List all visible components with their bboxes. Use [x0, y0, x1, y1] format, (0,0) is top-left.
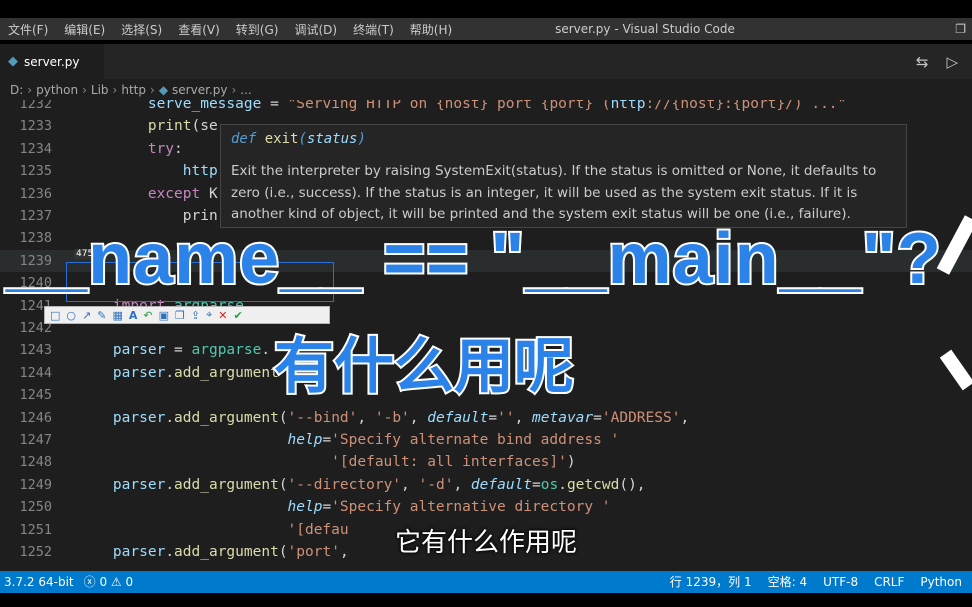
breadcrumb-drive[interactable]: D:: [10, 83, 23, 97]
code-line[interactable]: 1248 '[default: all interfaces]'): [0, 451, 972, 473]
error-count: 0: [99, 575, 108, 589]
code-line[interactable]: 1246 parser.add_argument('--bind', '-b',…: [0, 407, 972, 429]
function-param: status: [306, 131, 358, 147]
line-number: 1236: [19, 185, 52, 202]
window-title: server.py - Visual Studio Code: [555, 22, 735, 36]
python-interpreter[interactable]: 3.7.2 64-bit: [4, 571, 74, 593]
chevron-right-icon: ›: [112, 83, 118, 97]
line-number: 1234: [19, 140, 52, 157]
video-caption: 它有什么作用呢: [394, 528, 577, 558]
cursor-position[interactable]: 行 1239，列 1: [670, 571, 752, 593]
tab-server-py[interactable]: ◆ server.py: [0, 44, 104, 79]
cancel-icon[interactable]: ✕: [218, 309, 227, 322]
editor-actions: ⇆ ▷: [916, 44, 958, 79]
chevron-right-icon: ›: [27, 83, 33, 97]
line-number: 1247: [19, 432, 52, 448]
line-number: 1232: [19, 100, 52, 112]
pin-icon[interactable]: ⌖: [206, 308, 212, 322]
pen-icon[interactable]: ✎: [97, 309, 106, 322]
compare-changes-icon[interactable]: ⇆: [916, 53, 929, 71]
save-icon[interactable]: ▣: [159, 309, 169, 322]
bottom-strip: [0, 593, 972, 607]
warning-count: 0: [125, 575, 134, 589]
confirm-icon[interactable]: ✔: [234, 309, 243, 322]
code-text: help='Specify alternate bind address ': [287, 432, 620, 448]
code-line[interactable]: 1249 parser.add_argument('--directory', …: [0, 474, 972, 496]
run-icon[interactable]: ▷: [946, 53, 958, 71]
code-text: parser.add_argument('--bind', '-b', defa…: [112, 409, 690, 426]
warning-icon: ⚠: [110, 575, 122, 589]
line-number: 1244: [19, 364, 52, 381]
code-text: except K: [147, 185, 218, 202]
chevron-right-icon: ›: [231, 83, 237, 97]
language-mode[interactable]: Python: [920, 571, 962, 593]
line-number: 1249: [19, 476, 52, 493]
encoding[interactable]: UTF-8: [823, 571, 858, 593]
code-line[interactable]: 1247 help='Specify alternate bind addres…: [0, 429, 972, 451]
hover-tooltip: def exit(status) Exit the interpreter by…: [220, 124, 907, 228]
line-number: 1250: [19, 499, 52, 516]
restore-window-icon[interactable]: ❐: [955, 18, 966, 40]
overlay-title: __name__ == "__main__"?: [4, 217, 943, 301]
line-number: 1246: [19, 409, 52, 426]
python-icon: ◆: [158, 83, 169, 97]
copy-icon[interactable]: ❐: [175, 309, 185, 322]
line-number: 1248: [19, 454, 52, 471]
code-line[interactable]: 1232 serve_message = "Serving HTTP on {h…: [0, 100, 972, 115]
problems-indicator[interactable]: ⓧ 0 ⚠ 0: [84, 571, 134, 593]
line-number: 1235: [19, 163, 52, 180]
breadcrumb: D: › python › Lib › http › ◆ server.py ›…: [10, 80, 252, 100]
status-bar: 3.7.2 64-bit ⓧ 0 ⚠ 0 行 1239，列 1 空格: 4 UT…: [0, 571, 972, 593]
code-text: http: [182, 163, 218, 180]
breadcrumb-http[interactable]: http: [121, 83, 146, 97]
breadcrumb-python[interactable]: python: [36, 83, 78, 97]
code-text: try:: [147, 140, 183, 157]
indentation[interactable]: 空格: 4: [768, 571, 808, 593]
def-keyword: def: [231, 131, 257, 147]
breadcrumb-more[interactable]: ...: [240, 83, 251, 97]
overlay-subtitle: 有什么用呢: [272, 330, 576, 404]
tab-label: server.py: [24, 54, 80, 69]
line-number: 1233: [19, 118, 52, 135]
line-number: 1243: [19, 342, 52, 359]
code-text: serve_message = "Serving HTTP on {host} …: [147, 100, 847, 112]
mosaic-icon[interactable]: ▦: [112, 309, 122, 322]
hover-documentation: Exit the interpreter by raising SystemEx…: [231, 163, 877, 222]
text-icon[interactable]: A: [129, 309, 138, 322]
code-text: parser.add_argument: [112, 364, 279, 381]
chevron-right-icon: ›: [150, 83, 155, 97]
function-name: exit: [264, 131, 299, 147]
code-text: parser = argparse.: [112, 342, 271, 359]
code-text: help='Specify alternative directory ': [287, 499, 611, 516]
hover-signature: def exit(status): [231, 131, 366, 147]
line-number: 1245: [19, 387, 52, 404]
code-text: print(se: [147, 118, 218, 135]
tab-bar: ◆ server.py ⇆ ▷: [0, 44, 972, 79]
arrow-icon[interactable]: ↗: [82, 309, 91, 322]
error-icon: ⓧ: [83, 575, 96, 589]
rectangle-icon[interactable]: □: [50, 309, 60, 322]
code-line[interactable]: 1250 help='Specify alternative directory…: [0, 496, 972, 518]
title-bar: 文件(F) 编辑(E) 选择(S) 查看(V) 转到(G) 调试(D) 终端(T…: [0, 0, 972, 44]
ellipse-icon[interactable]: ○: [66, 309, 76, 322]
breadcrumb-lib[interactable]: Lib: [91, 83, 109, 97]
vscode-window: 文件(F) 编辑(E) 选择(S) 查看(V) 转到(G) 调试(D) 终端(T…: [0, 0, 972, 607]
share-icon[interactable]: ⇪: [191, 309, 200, 322]
breadcrumb-file[interactable]: server.py: [172, 83, 227, 97]
python-icon: ◆: [8, 54, 18, 69]
code-text: parser.add_argument('--directory', '-d',…: [112, 476, 646, 493]
chevron-right-icon: ›: [82, 83, 87, 97]
line-ending[interactable]: CRLF: [874, 571, 904, 593]
code-text: '[default: all interfaces]'): [331, 454, 576, 471]
undo-icon[interactable]: ↶: [143, 309, 152, 322]
